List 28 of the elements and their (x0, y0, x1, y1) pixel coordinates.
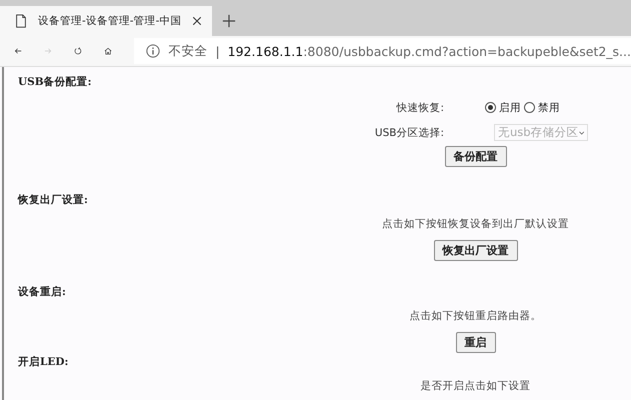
url-path: :8080/usbbackup.cmd?action=backupeble&set2_s... (303, 44, 631, 58)
instruction-text: 点击如下按钮恢复设备到出厂默认设置 (382, 217, 569, 231)
section-heading: USB备份配置: (18, 75, 92, 90)
radio-label: 启用 (499, 100, 521, 114)
instruction-text: 是否开启点击如下设置 (420, 379, 530, 393)
info-icon (146, 44, 160, 58)
instruction-text: 点击如下按钮重启路由器。 (410, 309, 542, 323)
action-button[interactable]: 重启 (456, 332, 496, 353)
field-label: 快速恢复: (396, 100, 445, 114)
new-tab-icon[interactable] (222, 14, 236, 28)
browser-tab[interactable]: 设备管理-设备管理-管理-中国 (0, 6, 212, 36)
address-separator: | (215, 44, 220, 58)
action-button[interactable]: 备份配置 (444, 146, 506, 167)
chevron-down-icon (578, 128, 584, 136)
address-bar[interactable]: 不安全 | 192.168.1.1:8080/usbbackup.cmd?action=backupeble&set2_s... (134, 38, 631, 64)
section-heading: 设备重启: (18, 285, 67, 300)
section-heading: 恢复出厂设置: (18, 193, 89, 208)
security-label: 不安全 (168, 42, 208, 60)
close-icon[interactable] (192, 16, 202, 26)
section-heading: 开启LED: (18, 355, 70, 370)
page-icon (14, 13, 28, 29)
radio-button[interactable] (524, 102, 535, 113)
url-host: 192.168.1.1 (228, 44, 304, 58)
tab-title: 设备管理-设备管理-管理-中国 (38, 14, 182, 28)
action-button[interactable]: 恢复出厂设置 (434, 240, 518, 261)
field-label: USB分区选择: (374, 126, 445, 140)
radio-button[interactable] (485, 102, 496, 113)
radio-label: 禁用 (538, 100, 560, 114)
